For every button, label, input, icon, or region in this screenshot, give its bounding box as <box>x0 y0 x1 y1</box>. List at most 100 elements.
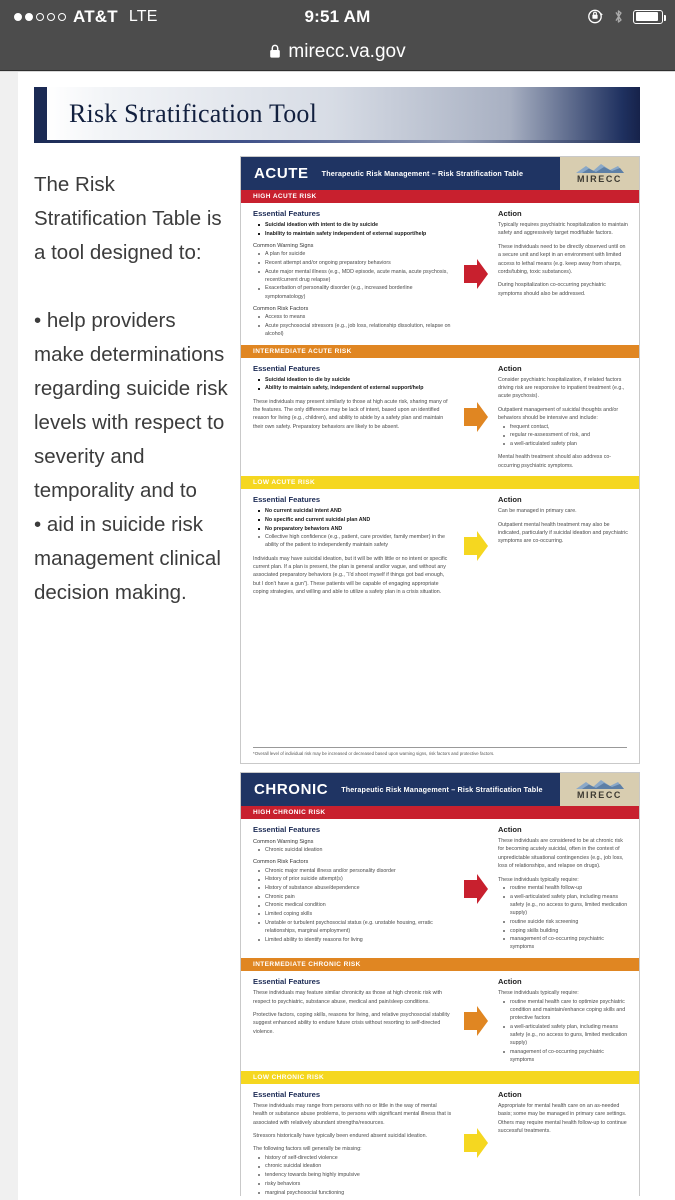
action-paragraph: During hospitalization co-occurring psyc… <box>498 282 606 297</box>
action-heading: Action <box>498 825 522 834</box>
acute-table-header: ACUTE Therapeutic Risk Management – Risk… <box>241 157 639 190</box>
banner-accent-tab <box>34 87 47 140</box>
lock-icon <box>270 44 281 58</box>
intro-paragraph: The Risk Stratification Table is a tool … <box>34 173 222 264</box>
intro-text-column: The Risk Stratification Table is a tool … <box>34 168 230 610</box>
intermediate-acute-arrow-cell <box>458 364 494 470</box>
features-paragraph: Protective factors, coping skills, reaso… <box>253 1011 450 1035</box>
intermediate-acute-features: Essential Features Suicidal ideation to … <box>253 364 458 470</box>
list-item: Chronic medical condition <box>258 901 452 909</box>
list-item: a well-articulated safety plan, includin… <box>503 1023 629 1048</box>
low-acute-essential-bullets: No current suicidal intent AND No specif… <box>258 507 452 550</box>
acute-footnote: *Overall level of individual risk may be… <box>253 747 627 757</box>
red-right-arrow-icon <box>464 258 488 289</box>
list-item: Recent attempt and/or ongoing preparator… <box>258 259 452 267</box>
list-item: History of substance abuse/dependence <box>258 884 452 892</box>
battery-icon <box>633 9 666 24</box>
high-acute-risk-row: Essential Features Suicidal ideation wit… <box>241 203 639 345</box>
features-heading: Essential Features <box>253 977 321 987</box>
list-item: No specific and current suicidal plan AN… <box>258 516 452 524</box>
features-paragraph: These individuals may feature similar ch… <box>253 990 443 1005</box>
browser-address-bar[interactable]: mirecc.va.gov <box>0 33 675 71</box>
url-text: mirecc.va.gov <box>288 40 406 62</box>
features-paragraph: Individuals may have suicidal ideation, … <box>253 555 448 596</box>
low-chronic-action: Action Appropriate for mental health car… <box>494 1090 629 1196</box>
list-item: management of co-occurring psychiatric s… <box>503 1048 629 1064</box>
mirecc-wordmark: MIRECC <box>576 174 623 184</box>
list-item: History of prior suicide attempt(s) <box>258 875 452 883</box>
intermediate-chronic-arrow-cell <box>458 977 494 1065</box>
yellow-right-arrow-icon <box>464 530 488 561</box>
action-paragraph: Mental health treatment should also addr… <box>498 454 612 469</box>
list-item: Unstable or turbulent psychosocial statu… <box>258 919 452 935</box>
action-paragraph: Consider psychiatric hospitalization, if… <box>498 376 625 400</box>
high-acute-arrow-cell <box>458 209 494 339</box>
features-paragraph: These individuals may present similarly … <box>253 398 448 430</box>
list-item: risky behaviors <box>258 1180 452 1188</box>
action-heading: Action <box>498 977 522 987</box>
mirecc-logo: MIRECC <box>560 773 639 806</box>
action-paragraph: Appropriate for mental health care on an… <box>498 1102 627 1134</box>
list-item: tendency towards being highly impulsive <box>258 1171 452 1179</box>
low-chronic-feature-bullets: history of self-directed violence chroni… <box>258 1154 452 1196</box>
high-chronic-features: Essential Features Common Warning Signs … <box>253 825 458 952</box>
band-intermediate-chronic-risk: INTERMEDIATE CHRONIC RISK <box>241 958 639 972</box>
action-heading: Action <box>498 495 522 505</box>
intermediate-chronic-risk-row: Essential Features These individuals may… <box>241 971 639 1071</box>
features-heading: Essential Features <box>253 363 321 373</box>
intermediate-acute-essential-bullets: Suicidal ideation to die by suicide Abil… <box>258 376 452 393</box>
mirecc-mountain-icon <box>575 780 624 789</box>
intro-bullet-2: • aid in suicide risk management clinica… <box>34 513 221 604</box>
features-paragraph: These individuals may range from persons… <box>253 1102 452 1126</box>
low-acute-arrow-cell <box>458 495 494 597</box>
high-acute-features: Essential Features Suicidal ideation wit… <box>253 209 458 339</box>
acute-risk-table-image[interactable]: ACUTE Therapeutic Risk Management – Risk… <box>240 156 640 764</box>
action-paragraph: Outpatient mental health treatment may a… <box>498 521 628 545</box>
list-item: Suicidal ideation to die by suicide <box>258 376 452 384</box>
action-paragraph: These individuals typically require: <box>498 990 579 997</box>
band-low-acute-risk: LOW ACUTE RISK <box>241 476 639 490</box>
action-heading: Action <box>498 363 522 373</box>
page-left-margin <box>0 72 18 1200</box>
intermediate-acute-action: Action Consider psychiatric hospitalizat… <box>494 364 629 470</box>
list-item: Access to means <box>258 313 452 321</box>
ios-status-bar: AT&T LTE 9:51 AM <box>0 0 675 33</box>
low-chronic-features: Essential Features These individuals may… <box>253 1090 458 1196</box>
mirecc-wordmark: MIRECC <box>576 790 623 800</box>
list-item: routine mental health follow-up <box>503 884 629 892</box>
list-item: history of self-directed violence <box>258 1154 452 1162</box>
list-item: Chronic major mental illness and/or pers… <box>258 867 452 875</box>
chronic-table-header: CHRONIC Therapeutic Risk Management – Ri… <box>241 773 639 806</box>
features-heading: Essential Features <box>253 825 321 834</box>
list-item: regular re-assessment of risk, and <box>503 431 629 439</box>
acute-kind-label: ACUTE <box>254 165 309 182</box>
features-heading: Essential Features <box>253 209 321 218</box>
high-chronic-risk-factors: Chronic major mental illness and/or pers… <box>258 867 452 944</box>
chronic-header-titles: CHRONIC Therapeutic Risk Management – Ri… <box>241 773 560 806</box>
list-item: marginal psychosocial functioning <box>258 1189 452 1196</box>
page-header-banner: Risk Stratification Tool <box>34 87 640 140</box>
chronic-risk-table-image[interactable]: CHRONIC Therapeutic Risk Management – Ri… <box>240 772 640 1196</box>
features-paragraph: Stressors historically have typically be… <box>253 1132 428 1139</box>
high-acute-risk-factors: Access to means Acute psychosocial stres… <box>258 313 452 338</box>
list-item: frequent contact, <box>503 423 629 431</box>
low-acute-action: Action Can be managed in primary care. O… <box>494 495 629 597</box>
list-item: No preparatory behaviors AND <box>258 525 452 533</box>
intermediate-acute-risk-row: Essential Features Suicidal ideation to … <box>241 358 639 476</box>
action-paragraph: These individuals typically require: <box>498 876 579 883</box>
intro-bullet-1: • help providers make determinations reg… <box>34 309 228 502</box>
list-item: Exacerbation of personality disorder (e.… <box>258 284 452 300</box>
band-low-chronic-risk: LOW CHRONIC RISK <box>241 1070 639 1084</box>
list-item: a well-articulated safety plan, includin… <box>503 893 629 918</box>
features-paragraph: The following factors will generally be … <box>253 1146 362 1153</box>
action-paragraph: These individuals need to be directly ob… <box>498 243 626 276</box>
list-item: routine suicide risk screening <box>503 918 629 926</box>
list-item: Acute major mental illness (e.g., MDD ep… <box>258 268 452 284</box>
high-chronic-arrow-cell <box>458 825 494 952</box>
warning-signs-title: Common Warning Signs <box>253 839 314 845</box>
list-item: chronic suicidal ideation <box>258 1162 452 1170</box>
list-item: A plan for suicide <box>258 250 452 258</box>
action-heading: Action <box>498 1089 522 1099</box>
features-heading: Essential Features <box>253 1089 321 1099</box>
high-acute-essential-bullets: Suicidal ideation with intent to die by … <box>258 221 452 238</box>
